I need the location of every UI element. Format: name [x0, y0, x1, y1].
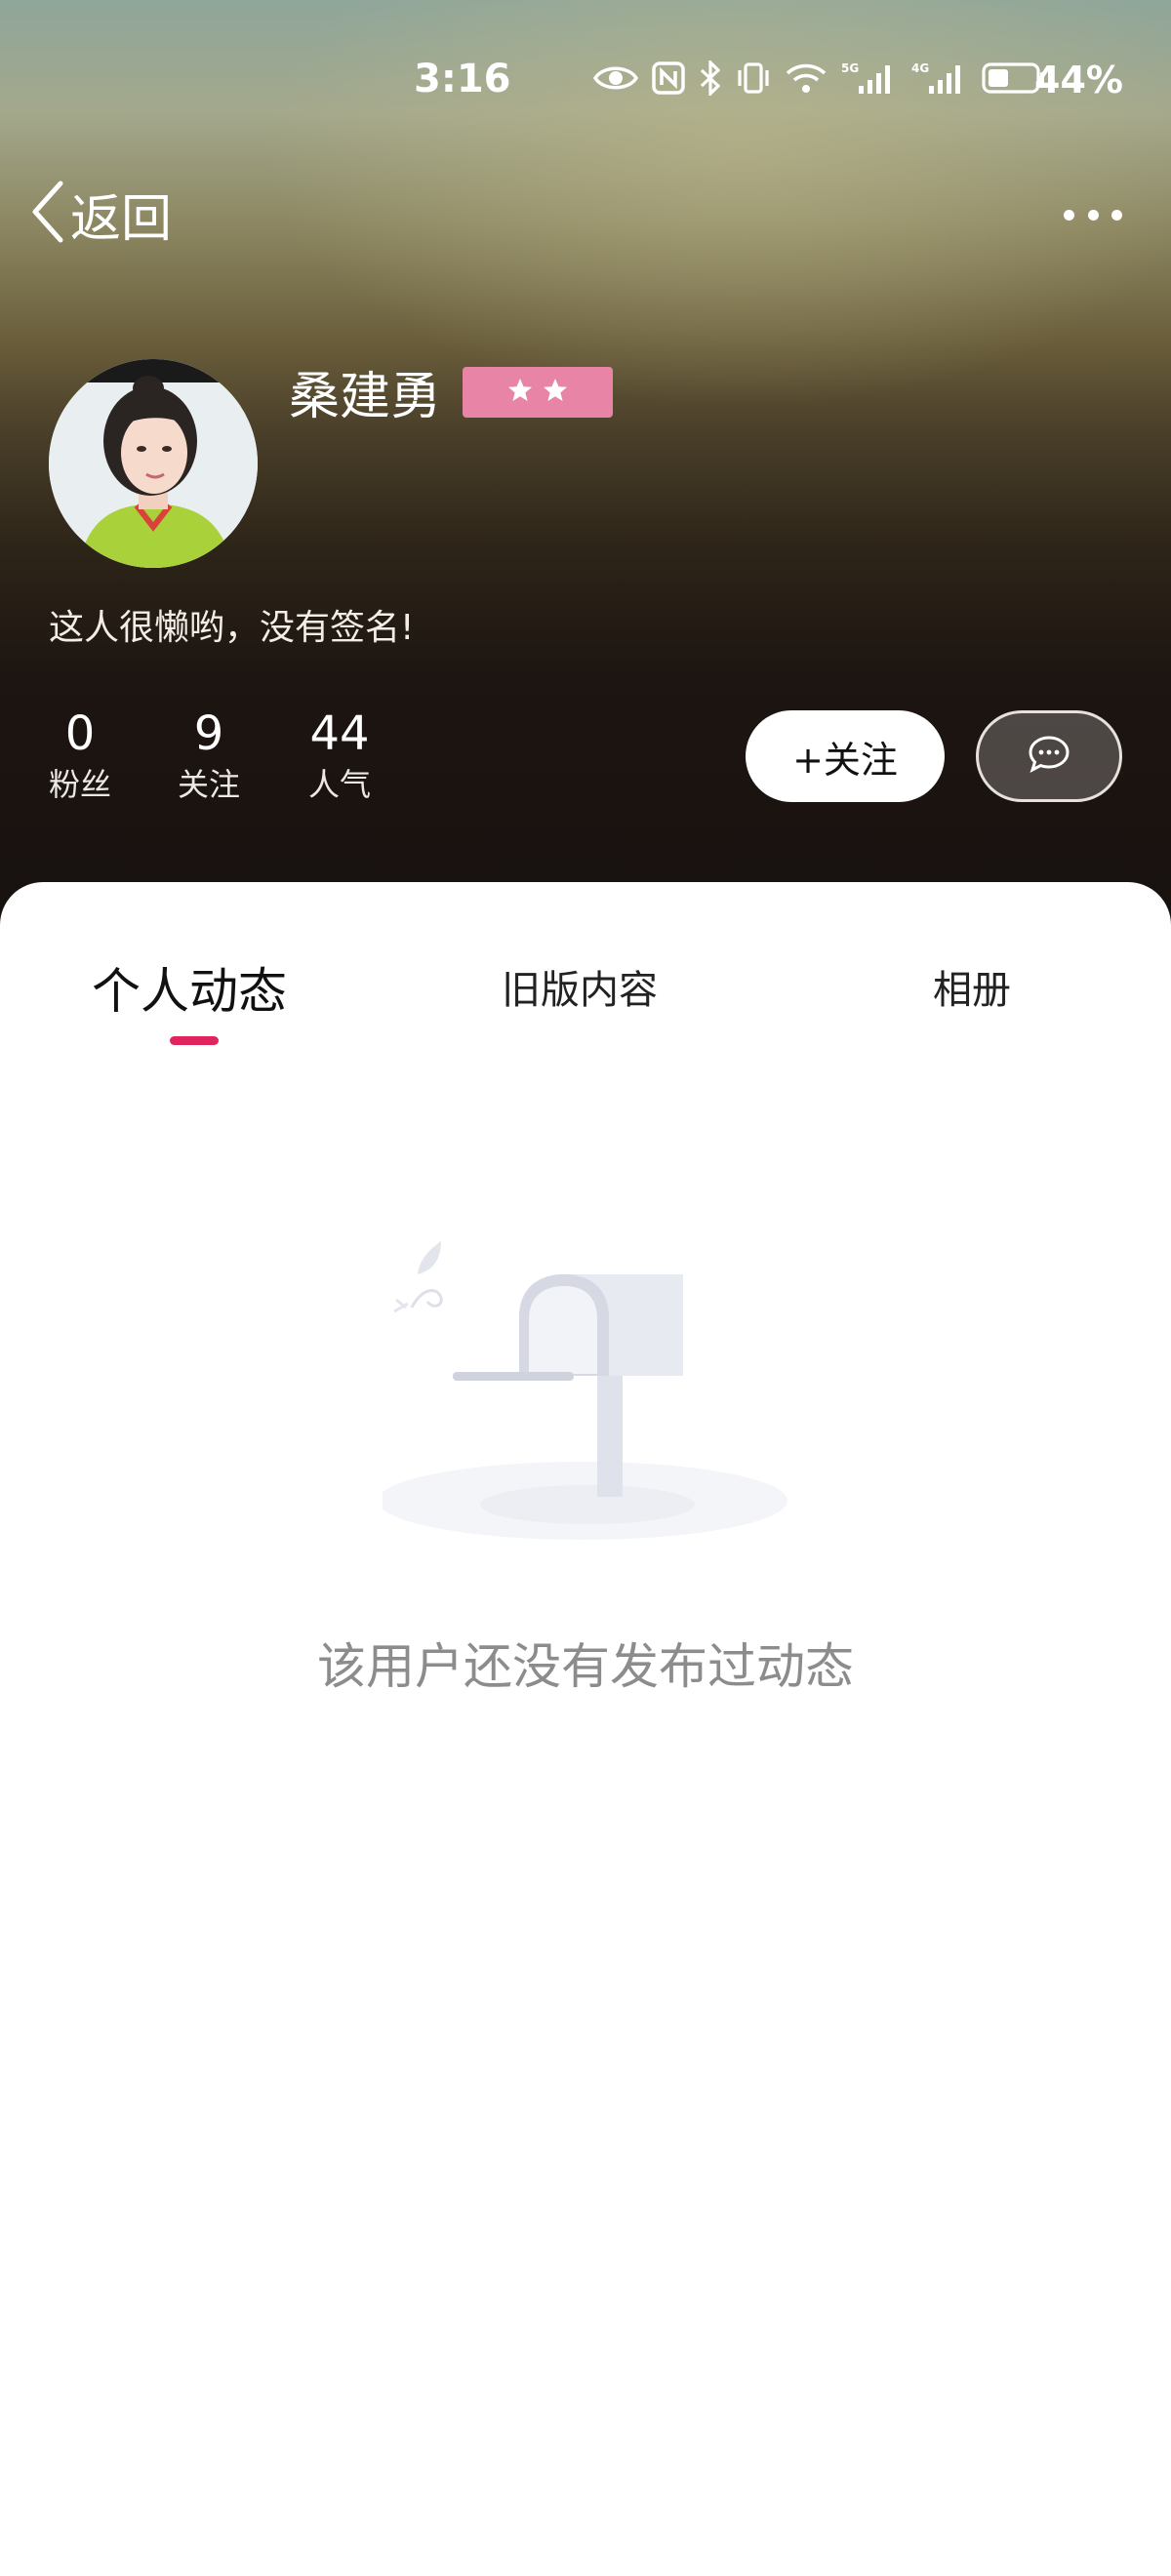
mailbox-icon: [378, 1239, 792, 1565]
profile-screen: 3:16 5G 4G 44% 返回 桑建勇 这人很懒哟，没有签名! 0 粉丝 9…: [0, 0, 1171, 2576]
stat-fans[interactable]: 0 粉丝: [12, 704, 148, 806]
tab-indicator: [170, 1036, 219, 1045]
follow-button[interactable]: +关注: [746, 710, 945, 802]
status-bar: 3:16 5G 4G 44%: [0, 0, 1171, 176]
profile-signature: 这人很懒哟，没有签名!: [49, 608, 415, 648]
star-icon: [507, 378, 533, 407]
status-icons: 5G 4G: [593, 60, 1046, 96]
eye-icon: [593, 62, 638, 94]
star-icon: [543, 378, 568, 407]
message-button[interactable]: [976, 710, 1122, 802]
status-time: 3:16: [414, 57, 511, 101]
svg-text:4G: 4G: [911, 61, 929, 75]
more-dots-icon[interactable]: [1064, 200, 1122, 229]
stat-label: 人气: [307, 766, 371, 803]
back-label: 返回: [70, 189, 173, 249]
stat-popularity: 44 人气: [271, 704, 408, 806]
content-card: 个人动态 旧版内容 相册: [0, 882, 1171, 2576]
stat-value: 0: [64, 706, 96, 761]
stat-value: 9: [193, 706, 224, 761]
empty-state-text: 该用户还没有发布过动态: [317, 1638, 854, 1695]
stat-label: 粉丝: [48, 766, 111, 803]
wifi-icon: [785, 61, 828, 95]
battery-percent: 44%: [1034, 59, 1123, 101]
bluetooth-icon: [699, 60, 722, 96]
signal-5g-icon: 5G: [841, 60, 898, 96]
tab-personal-posts[interactable]: 个人动态: [92, 952, 287, 1023]
chat-bubble-icon: [1028, 735, 1070, 778]
tab-old-content[interactable]: 旧版内容: [502, 958, 658, 1015]
svg-text:5G: 5G: [841, 61, 859, 75]
avatar[interactable]: [49, 359, 258, 568]
stat-following[interactable]: 9 关注: [141, 704, 277, 806]
tab-album[interactable]: 相册: [933, 958, 1011, 1015]
stat-value: 44: [309, 706, 370, 761]
stat-label: 关注: [177, 766, 240, 803]
vibrate-icon: [736, 60, 771, 96]
back-button[interactable]: 返回: [29, 180, 172, 249]
signal-4g-icon: 4G: [911, 60, 968, 96]
username: 桑建勇: [289, 368, 442, 426]
nfc-icon: [652, 61, 685, 95]
chevron-left-icon: [29, 180, 64, 248]
level-badge: [463, 367, 613, 418]
